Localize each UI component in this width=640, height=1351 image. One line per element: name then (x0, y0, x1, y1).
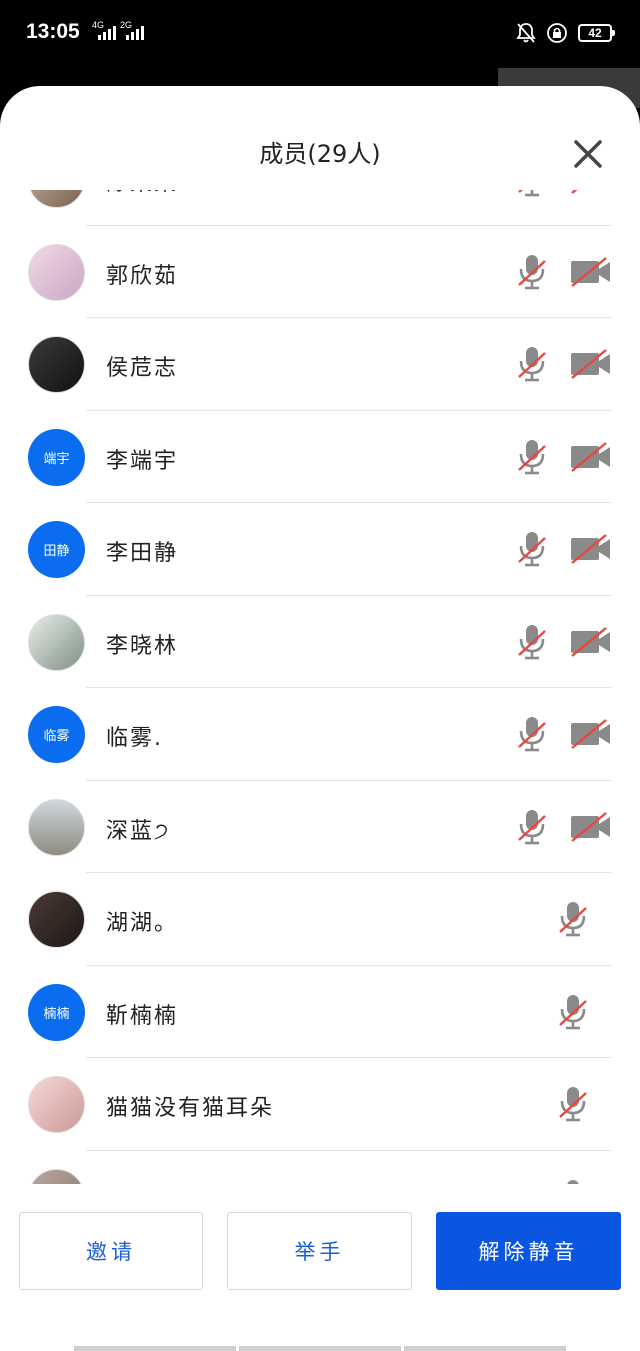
member-row[interactable]: 陈某某 (0, 190, 640, 226)
avatar (28, 891, 85, 948)
mic-muted-icon[interactable] (517, 253, 547, 291)
camera-off-icon[interactable] (570, 190, 612, 195)
bell-muted-icon (516, 23, 536, 43)
member-name: 深蓝੭ (106, 818, 171, 844)
camera-off-icon[interactable] (570, 811, 612, 843)
home-indicator (74, 1346, 566, 1351)
member-row[interactable]: 侯苊志 (0, 318, 640, 411)
status-time: 13:05 (26, 20, 80, 43)
avatar-initials: 田静 (43, 544, 70, 559)
mic-muted-icon[interactable] (517, 623, 547, 661)
avatar: 端宇 (28, 428, 85, 486)
member-name: 郭欣茹 (106, 263, 179, 289)
lock-rotation-icon (547, 23, 567, 43)
member-name: 湖湖。 (106, 911, 179, 936)
members-sheet: 成员(29人) 陈某某郭欣茹侯苊志端宇 李端宇田静 李田静李晓林临雾 临雾. 深蓝੭ 湖湖… (0, 86, 640, 1351)
member-row[interactable]: 李晓林 (0, 596, 640, 688)
avatar (28, 1076, 85, 1133)
member-name: 靳楠楠 (106, 1003, 179, 1029)
member-row[interactable]: 临雾 临雾. (0, 688, 640, 781)
sheet-header: 成员(29人) (0, 86, 640, 190)
member-row[interactable]: 田静 李田静 (0, 503, 640, 596)
mic-muted-icon[interactable] (558, 993, 588, 1031)
raise-hand-button[interactable]: 举手 (227, 1212, 412, 1290)
camera-off-icon[interactable] (570, 441, 612, 473)
avatar (28, 190, 85, 208)
mic-muted-icon[interactable] (517, 345, 547, 383)
member-name: 临雾. (106, 726, 163, 751)
mic-muted-icon[interactable] (517, 808, 547, 846)
mic-muted-icon[interactable] (517, 190, 547, 198)
camera-off-icon[interactable] (570, 348, 612, 380)
action-bar: 邀请 举手 解除静音 (0, 1184, 640, 1351)
member-row[interactable]: 楠楠 靳楠楠 (0, 966, 640, 1058)
camera-off-icon[interactable] (570, 256, 612, 288)
avatar (28, 798, 85, 856)
avatar (28, 1168, 85, 1184)
status-bar: 13:05 4G 2G 42 (0, 0, 640, 68)
member-name: 李晓林 (106, 633, 179, 659)
avatar-initials: 临雾 (43, 729, 70, 744)
avatar-initials: 楠楠 (43, 1006, 70, 1022)
mic-muted-icon[interactable] (517, 438, 547, 476)
avatar-initials: 端宇 (43, 451, 70, 467)
unmute-button[interactable]: 解除静音 (436, 1212, 621, 1290)
member-row[interactable]: 端宇 李端宇 (0, 411, 640, 503)
avatar (28, 613, 85, 671)
member-name: 李田静 (106, 541, 179, 566)
avatar: 田静 (28, 521, 85, 578)
camera-off-icon[interactable] (570, 626, 612, 658)
mic-muted-icon[interactable] (517, 715, 547, 753)
mic-muted-icon[interactable] (517, 530, 547, 568)
member-name: 李端宇 (106, 448, 179, 474)
member-row[interactable]: 郭欣茹 (0, 226, 640, 318)
member-name: 猫猫没有猫耳朵 (106, 1096, 275, 1121)
camera-off-icon[interactable] (570, 533, 612, 565)
member-row[interactable]: 深蓝੭ (0, 781, 640, 873)
member-name: 侯苊志 (106, 356, 179, 381)
invite-button[interactable]: 邀请 (19, 1212, 203, 1290)
page-title: 成员(29人) (259, 140, 381, 168)
mic-muted-icon[interactable] (558, 900, 588, 938)
battery-indicator: 42 (578, 24, 615, 42)
camera-off-icon[interactable] (570, 718, 612, 750)
member-row[interactable]: 猫猫没有猫耳朵 (0, 1058, 640, 1151)
avatar: 临雾 (28, 706, 85, 763)
member-name: 陈某某 (106, 190, 178, 197)
avatar (28, 336, 85, 393)
avatar (28, 243, 85, 301)
mic-muted-icon[interactable] (558, 1085, 588, 1123)
avatar: 楠楠 (28, 983, 85, 1041)
member-row[interactable]: 湖湖。 (0, 873, 640, 966)
member-row[interactable] (0, 1151, 640, 1184)
close-icon[interactable] (572, 138, 604, 170)
member-list[interactable]: 陈某某郭欣茹侯苊志端宇 李端宇田静 李田静李晓林临雾 临雾. 深蓝੭ 湖湖。楠楠 靳楠楠猫猫… (0, 190, 640, 1184)
